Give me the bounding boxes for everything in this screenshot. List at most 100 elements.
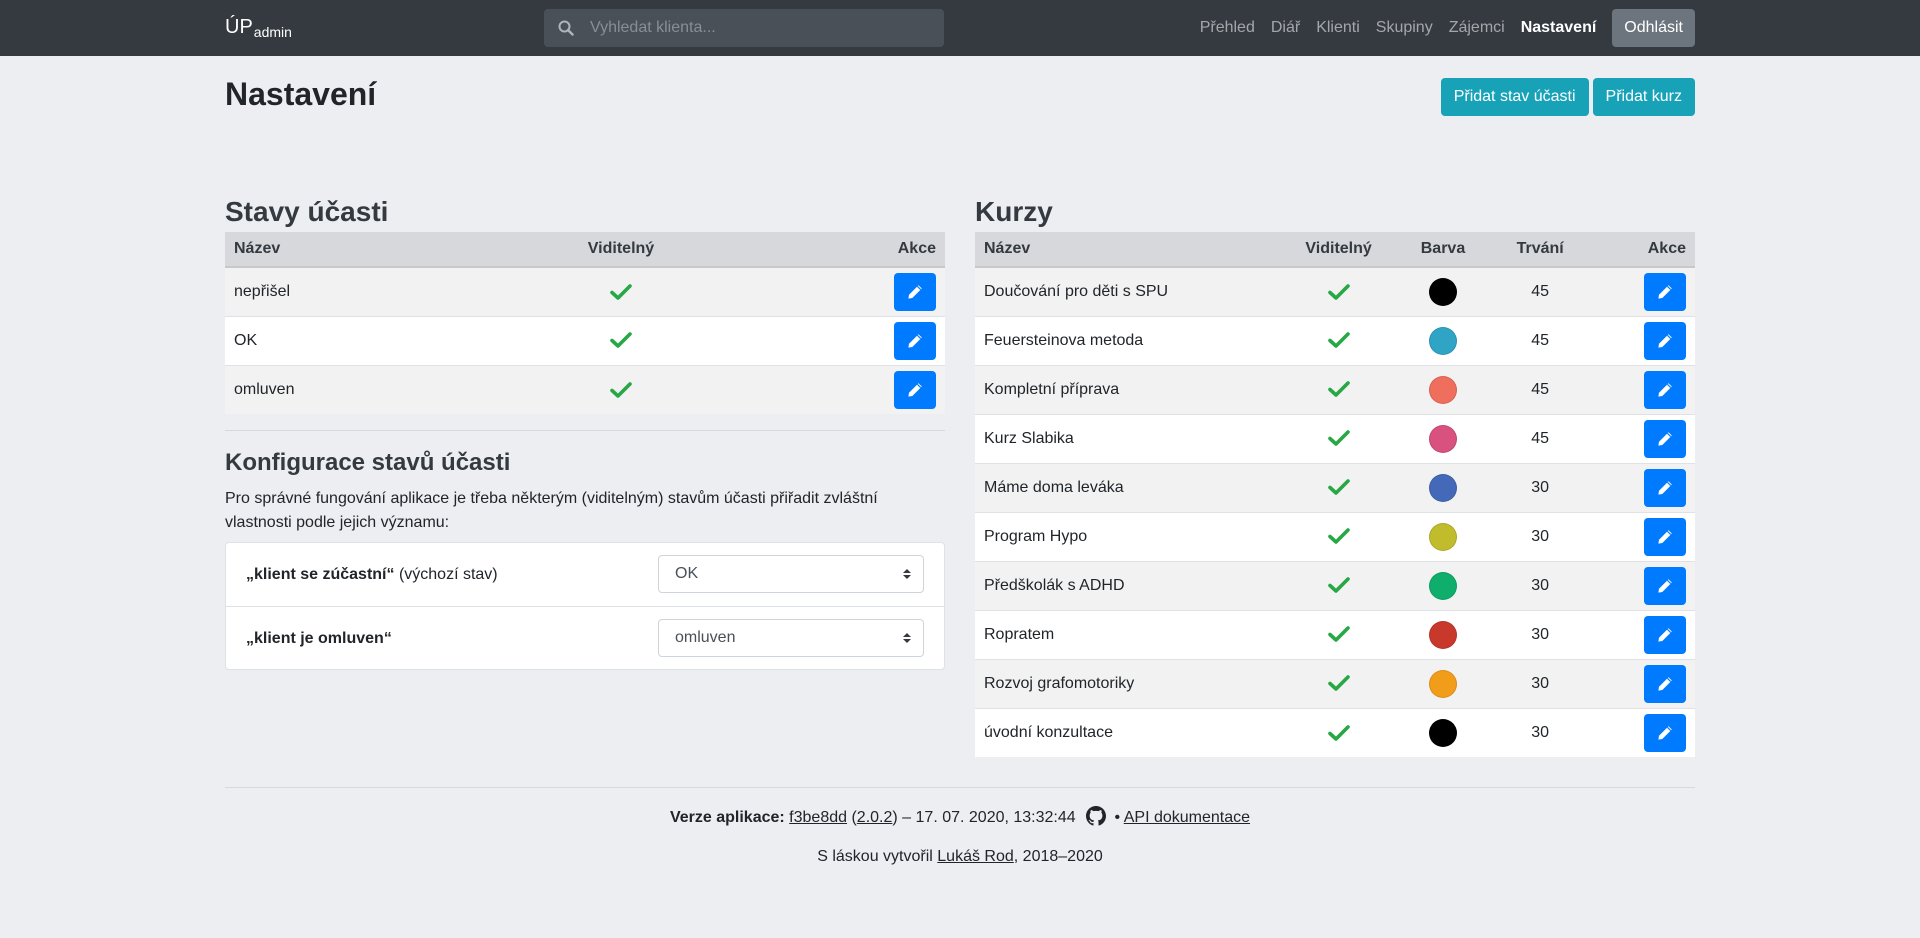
actions-cell	[1586, 266, 1695, 316]
search-icon	[558, 20, 574, 36]
page-title: Nastavení	[225, 76, 377, 112]
visible-check-icon	[1284, 707, 1393, 757]
config-row-excused: „klient je omluven“ omluven	[226, 606, 944, 669]
nav-zajemci[interactable]: Zájemci	[1449, 19, 1505, 37]
commit-link[interactable]: f3be8dd	[789, 809, 847, 826]
actions-cell	[1586, 364, 1695, 414]
courses-heading: Kurzy	[975, 196, 1053, 227]
attended-status-select[interactable]: OK	[658, 555, 924, 593]
edit-course-button[interactable]	[1644, 664, 1686, 703]
brand-logo[interactable]: ÚPadmin	[225, 16, 292, 40]
course-duration: 30	[1493, 609, 1587, 659]
course-duration: 30	[1493, 511, 1587, 561]
color-cell	[1392, 560, 1494, 610]
col-header-visible: Viditelný	[1284, 232, 1393, 268]
edit-course-button[interactable]	[1644, 468, 1686, 507]
course-name: Kompletní příprava	[975, 364, 1285, 414]
course-row: Program Hypo 30	[975, 511, 1695, 561]
config-heading: Konfigurace stavů účasti	[225, 449, 511, 476]
visible-check-icon	[1284, 658, 1393, 708]
section-divider	[225, 430, 945, 431]
footer-version: Verze aplikace: f3be8dd (2.0.2) – 17. 07…	[225, 806, 1695, 834]
logout-button[interactable]: Odhlásit	[1612, 9, 1695, 47]
actions-cell	[1586, 462, 1695, 512]
courses-table: Název Viditelný Barva Trvání Akce Doučov…	[975, 232, 1695, 757]
statuses-heading: Stavy účasti	[225, 196, 389, 227]
edit-status-button[interactable]	[894, 272, 936, 311]
visible-check-icon	[1284, 266, 1393, 316]
add-course-button[interactable]: Přidat kurz	[1592, 78, 1695, 116]
search-input[interactable]	[590, 9, 930, 47]
excused-status-select[interactable]: omluven	[658, 619, 924, 657]
actions-cell	[1586, 707, 1695, 757]
edit-status-button[interactable]	[894, 321, 936, 360]
course-name: Program Hypo	[975, 511, 1285, 561]
status-name: nepřišel	[225, 266, 549, 316]
visible-check-icon	[1284, 315, 1393, 365]
actions-cell	[693, 364, 945, 414]
color-cell	[1392, 609, 1494, 659]
course-duration: 45	[1493, 266, 1587, 316]
visible-check-icon	[549, 315, 693, 365]
visible-check-icon	[1284, 364, 1393, 414]
color-swatch	[1428, 326, 1457, 355]
statuses-column: Stavy účasti Název Viditelný Akce nepřiš…	[225, 192, 945, 670]
course-row: Kompletní příprava 45	[975, 364, 1695, 414]
edit-course-button[interactable]	[1644, 713, 1686, 752]
pencil-icon	[907, 284, 923, 300]
edit-course-button[interactable]	[1644, 566, 1686, 605]
status-name: omluven	[225, 364, 549, 414]
course-duration: 45	[1493, 364, 1587, 414]
color-cell	[1392, 658, 1494, 708]
actions-cell	[1586, 658, 1695, 708]
edit-course-button[interactable]	[1644, 517, 1686, 556]
page-actions: Přidat stav účasti Přidat kurz	[1437, 78, 1695, 116]
course-row: Rozvoj grafomotoriky 30	[975, 658, 1695, 708]
author-link[interactable]: Lukáš Rod	[937, 848, 1014, 865]
edit-status-button[interactable]	[894, 370, 936, 409]
course-duration: 45	[1493, 315, 1587, 365]
edit-course-button[interactable]	[1644, 321, 1686, 360]
course-duration: 30	[1493, 658, 1587, 708]
nav-klienti[interactable]: Klienti	[1316, 19, 1360, 37]
visible-check-icon	[1284, 609, 1393, 659]
select-arrows-icon	[903, 569, 911, 579]
edit-course-button[interactable]	[1644, 370, 1686, 409]
course-name: Feuersteinova metoda	[975, 315, 1285, 365]
color-swatch	[1428, 375, 1457, 404]
course-name: Ropratem	[975, 609, 1285, 659]
edit-course-button[interactable]	[1644, 419, 1686, 458]
client-search	[544, 9, 944, 47]
github-icon[interactable]	[1086, 806, 1107, 834]
add-status-button[interactable]: Přidat stav účasti	[1440, 78, 1589, 116]
color-swatch	[1428, 277, 1457, 306]
nav-nastaveni[interactable]: Nastavení	[1521, 19, 1597, 37]
footer-divider	[225, 787, 1695, 788]
edit-course-button[interactable]	[1644, 615, 1686, 654]
version-link[interactable]: 2.0.2	[857, 809, 893, 826]
course-duration: 30	[1493, 707, 1587, 757]
course-row: Doučování pro děti s SPU 45	[975, 266, 1695, 316]
actions-cell	[1586, 609, 1695, 659]
course-duration: 45	[1493, 413, 1587, 463]
visible-check-icon	[549, 364, 693, 414]
nav-skupiny[interactable]: Skupiny	[1376, 19, 1433, 37]
color-cell	[1392, 413, 1494, 463]
nav-diar[interactable]: Diář	[1271, 19, 1300, 37]
main-nav: Přehled Diář Klienti Skupiny Zájemci Nas…	[1184, 9, 1695, 47]
edit-course-button[interactable]	[1644, 272, 1686, 311]
nav-prehled[interactable]: Přehled	[1200, 19, 1255, 37]
brand-main: ÚP	[225, 16, 253, 38]
course-name: Kurz Slabika	[975, 413, 1285, 463]
pencil-icon	[1657, 725, 1673, 741]
select-arrows-icon	[903, 633, 911, 643]
course-row: Feuersteinova metoda 45	[975, 315, 1695, 365]
api-docs-link[interactable]: API dokumentace	[1124, 809, 1250, 826]
version-label: Verze aplikace:	[669, 809, 785, 826]
pencil-icon	[1657, 529, 1673, 545]
config-description: Pro správné fungování aplikace je třeba …	[225, 490, 878, 531]
course-row: Kurz Slabika 45	[975, 413, 1695, 463]
pencil-icon	[1657, 382, 1673, 398]
course-name: Doučování pro děti s SPU	[975, 266, 1285, 316]
visible-check-icon	[1284, 511, 1393, 561]
